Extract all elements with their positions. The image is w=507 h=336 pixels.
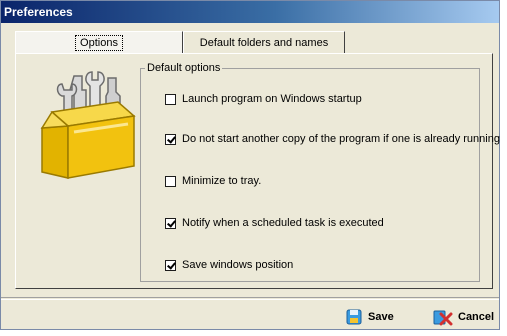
option-launch-on-startup[interactable]: Launch program on Windows startup: [165, 93, 362, 107]
option-minimize-to-tray[interactable]: Minimize to tray.: [165, 175, 261, 189]
option-single-instance[interactable]: Do not start another copy of the program…: [165, 133, 500, 147]
options-panel: Default options Launch program on Window…: [15, 53, 500, 289]
default-options-label: Default options: [145, 62, 223, 74]
cancel-button-label: Cancel: [458, 311, 495, 323]
launch-on-startup-checkbox[interactable]: [165, 94, 176, 105]
option-save-window-position[interactable]: Save windows position: [165, 259, 293, 273]
minimize-to-tray-label: Minimize to tray.: [182, 175, 262, 187]
footer-divider: [1, 297, 499, 300]
single-instance-label: Do not start another copy of the program…: [182, 133, 500, 145]
single-instance-checkbox[interactable]: [165, 134, 176, 145]
default-options-group: Default options Launch program on Window…: [140, 62, 500, 282]
preferences-window: Preferences Options Default folders and …: [0, 0, 500, 330]
tab-default-folders[interactable]: Default folders and names: [183, 31, 345, 53]
cancel-icon: [433, 310, 453, 326]
tab-options-label: Options: [75, 35, 123, 51]
tab-default-folders-label: Default folders and names: [199, 37, 329, 49]
minimize-to-tray-checkbox[interactable]: [165, 176, 176, 187]
launch-on-startup-label: Launch program on Windows startup: [182, 93, 362, 105]
option-notify-task[interactable]: Notify when a scheduled task is executed: [165, 217, 384, 231]
save-window-position-label: Save windows position: [182, 259, 294, 271]
save-button-label: Save: [368, 311, 394, 323]
notify-task-checkbox[interactable]: [165, 218, 176, 229]
tab-options[interactable]: Options: [15, 31, 183, 53]
save-window-position-checkbox[interactable]: [165, 260, 176, 271]
window-title: Preferences: [1, 1, 499, 23]
notify-task-label: Notify when a scheduled task is executed: [182, 217, 384, 229]
cancel-button[interactable]: Cancel: [433, 306, 494, 328]
toolbox-icon: [40, 71, 136, 179]
save-button[interactable]: Save: [345, 306, 394, 328]
save-icon: [346, 309, 362, 325]
